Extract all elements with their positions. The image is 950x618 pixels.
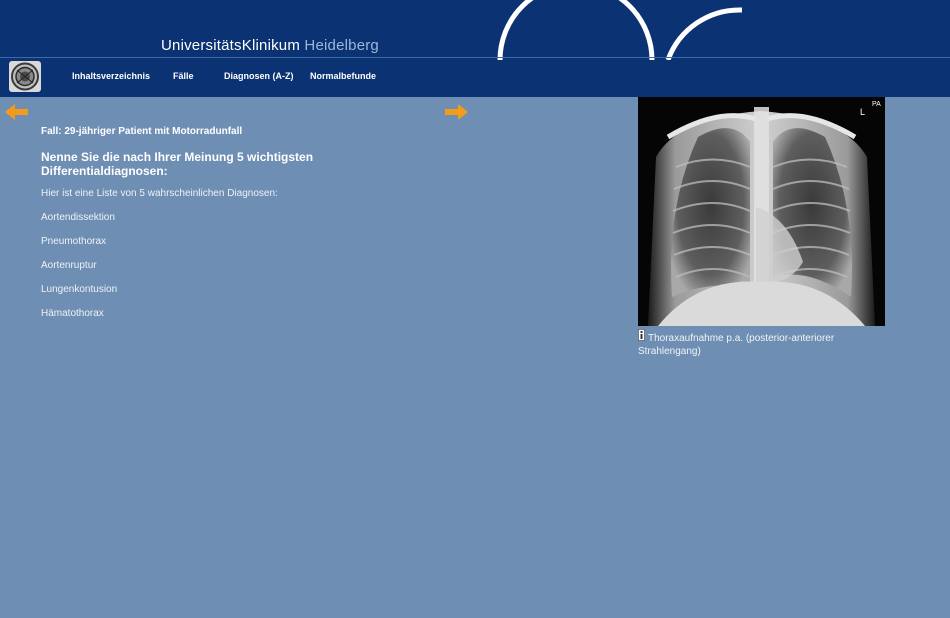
xray-marker-pa: PA [872,101,881,108]
site-header: UniversitätsKlinikum Heidelberg Inhaltsv… [0,0,950,97]
arrow-right-icon[interactable] [444,103,468,121]
brand-name-part2: Heidelberg [304,37,379,54]
seal-icon [11,62,39,91]
nav-item-normalbefunde[interactable]: Normalbefunde [310,71,376,81]
header-arcs-decoration [497,0,743,60]
brand-title[interactable]: UniversitätsKlinikum Heidelberg [161,37,379,54]
chest-xray-image[interactable]: L PA [638,97,885,326]
xray-graphic: L PA [638,97,885,326]
diagnosis-item: Aortendissektion [41,212,115,223]
nav-item-diagnosen[interactable]: Diagnosen (A-Z) [224,71,294,81]
diagnosis-item: Lungenkontusion [41,284,118,295]
university-seal-logo[interactable] [9,61,41,92]
image-caption: Thoraxaufnahme p.a. (posterior-anteriore… [638,333,835,357]
case-title: Fall: 29-jähriger Patient mit Motorradun… [41,126,243,137]
question-heading: Nenne Sie die nach Ihrer Meinung 5 wicht… [41,150,314,178]
diagnosis-item: Pneumothorax [41,236,107,247]
diagnosis-item: Hämatothorax [41,308,104,319]
nav-item-faelle[interactable]: Fälle [173,71,194,81]
header-divider [0,57,950,58]
diagnosis-intro: Hier ist eine Liste von 5 wahrscheinlich… [41,188,278,199]
nav-item-inhaltsverzeichnis[interactable]: Inhaltsverzeichnis [72,71,150,81]
xray-marker-l: L [860,107,865,117]
arrow-left-icon[interactable] [5,103,29,121]
diagnosis-item: Aortenruptur [41,260,97,271]
brand-name-part1: UniversitätsKlinikum [161,37,301,54]
